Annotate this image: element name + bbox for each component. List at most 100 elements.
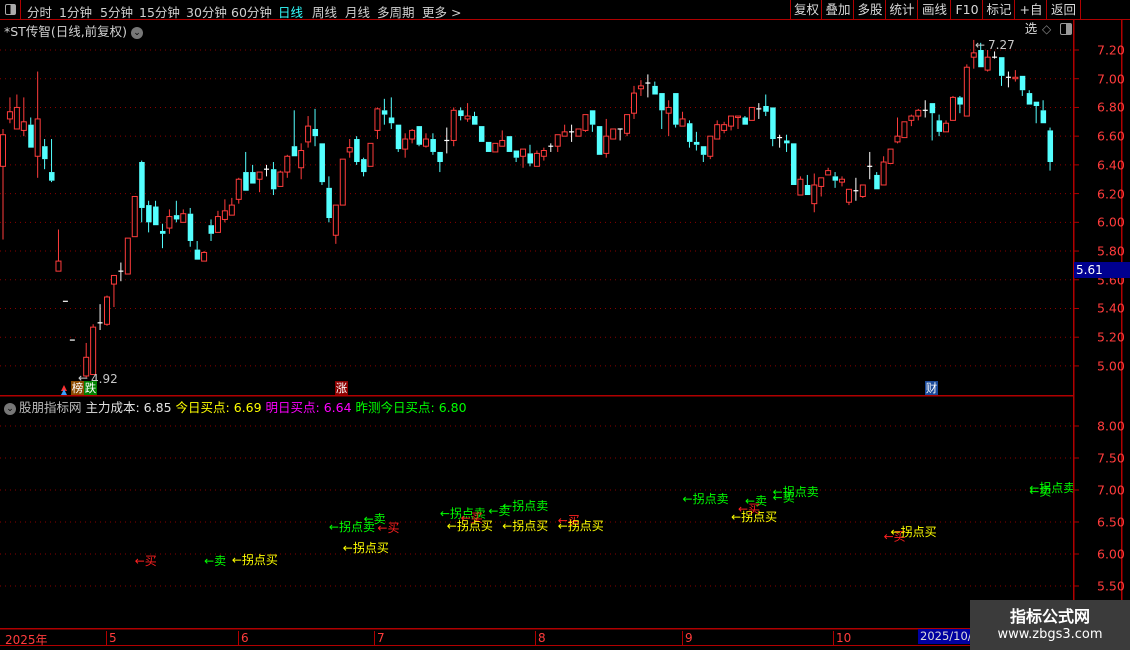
candle[interactable] [146, 200, 152, 233]
candle[interactable] [166, 209, 173, 234]
candle[interactable] [630, 85, 637, 119]
candle[interactable] [110, 274, 117, 308]
candle[interactable] [520, 148, 527, 168]
candle[interactable] [354, 136, 360, 165]
candle[interactable] [569, 124, 575, 142]
candle[interactable] [55, 229, 62, 272]
candle[interactable] [312, 108, 319, 147]
candle[interactable] [554, 134, 561, 152]
candle[interactable] [845, 188, 852, 206]
candle[interactable] [637, 80, 644, 96]
candle[interactable] [596, 126, 603, 155]
candle[interactable] [194, 240, 201, 260]
candle[interactable] [963, 64, 970, 117]
candle[interactable] [250, 164, 256, 184]
candle[interactable] [998, 57, 1005, 86]
candle[interactable] [825, 167, 832, 176]
candle[interactable] [784, 134, 790, 152]
candle[interactable] [180, 209, 187, 223]
candle[interactable] [686, 120, 693, 148]
candle[interactable] [859, 184, 866, 198]
candle[interactable] [832, 172, 839, 188]
candle[interactable] [499, 130, 506, 147]
candle[interactable] [589, 110, 596, 132]
candle[interactable] [887, 148, 894, 164]
candle[interactable] [235, 177, 242, 204]
candle[interactable] [714, 120, 721, 140]
candle[interactable] [533, 150, 540, 167]
candle[interactable] [492, 142, 499, 153]
candle[interactable] [464, 103, 471, 122]
candle[interactable] [839, 176, 846, 187]
candle[interactable] [277, 170, 284, 187]
candle[interactable] [984, 50, 991, 72]
candle[interactable] [374, 107, 381, 140]
candle[interactable] [28, 117, 34, 148]
candle[interactable] [118, 262, 124, 282]
candle[interactable] [624, 114, 631, 137]
candle[interactable] [1005, 71, 1011, 88]
candle[interactable] [263, 164, 269, 177]
candle[interactable] [42, 139, 48, 170]
candle[interactable] [853, 177, 859, 201]
candle[interactable] [735, 115, 742, 129]
candle[interactable] [943, 120, 950, 133]
candle[interactable] [458, 107, 464, 121]
candle[interactable] [610, 128, 617, 140]
candle[interactable] [818, 177, 825, 197]
candle[interactable] [582, 114, 589, 132]
candle[interactable] [139, 160, 145, 223]
candle[interactable] [867, 151, 873, 180]
candle[interactable] [894, 117, 901, 144]
candle[interactable] [270, 162, 277, 196]
candle[interactable] [485, 141, 492, 152]
candle[interactable] [992, 51, 998, 59]
candle[interactable] [367, 142, 374, 167]
candle[interactable] [6, 97, 13, 124]
candle[interactable] [298, 143, 305, 180]
candle[interactable] [361, 157, 367, 177]
candle[interactable] [527, 144, 533, 167]
candle[interactable] [679, 111, 686, 127]
candle[interactable] [208, 219, 215, 241]
candle[interactable] [908, 114, 915, 127]
candle[interactable] [201, 251, 208, 262]
candle[interactable] [256, 171, 263, 193]
candle[interactable] [187, 207, 194, 247]
candle[interactable] [540, 147, 547, 161]
candle[interactable] [416, 126, 423, 147]
candle[interactable] [797, 176, 804, 196]
candle[interactable] [450, 107, 457, 147]
candle[interactable] [131, 195, 138, 238]
candle[interactable] [673, 93, 679, 128]
candle[interactable] [1019, 75, 1026, 96]
candle[interactable] [915, 108, 922, 121]
candle[interactable] [790, 143, 797, 185]
candle[interactable] [173, 200, 180, 223]
candle[interactable] [728, 115, 735, 131]
candle[interactable] [617, 128, 623, 141]
candle[interactable] [513, 150, 520, 163]
candle[interactable] [645, 74, 651, 98]
candle[interactable] [0, 128, 6, 240]
candle[interactable] [659, 93, 665, 129]
candle[interactable] [214, 210, 221, 233]
candle[interactable] [548, 143, 554, 152]
candle[interactable] [936, 114, 943, 137]
candle[interactable] [437, 151, 443, 173]
candle[interactable] [13, 94, 20, 130]
candle[interactable] [381, 98, 388, 125]
candle[interactable] [326, 176, 332, 223]
candle[interactable] [291, 110, 298, 157]
candle[interactable] [243, 151, 249, 191]
candle[interactable] [763, 94, 769, 117]
candle[interactable] [319, 143, 325, 185]
candle[interactable] [332, 204, 339, 244]
candle[interactable] [422, 133, 429, 148]
candle[interactable] [561, 124, 568, 137]
candle[interactable] [284, 154, 291, 178]
kline-chart[interactable]: ←买 ←卖 ←拐点买←拐点卖←卖←买←拐点买←拐点卖←买←拐点买←卖←拐点卖←拐点买… [0, 0, 1130, 650]
candle[interactable] [395, 124, 402, 152]
candle[interactable] [339, 158, 346, 206]
candle[interactable] [221, 199, 228, 223]
